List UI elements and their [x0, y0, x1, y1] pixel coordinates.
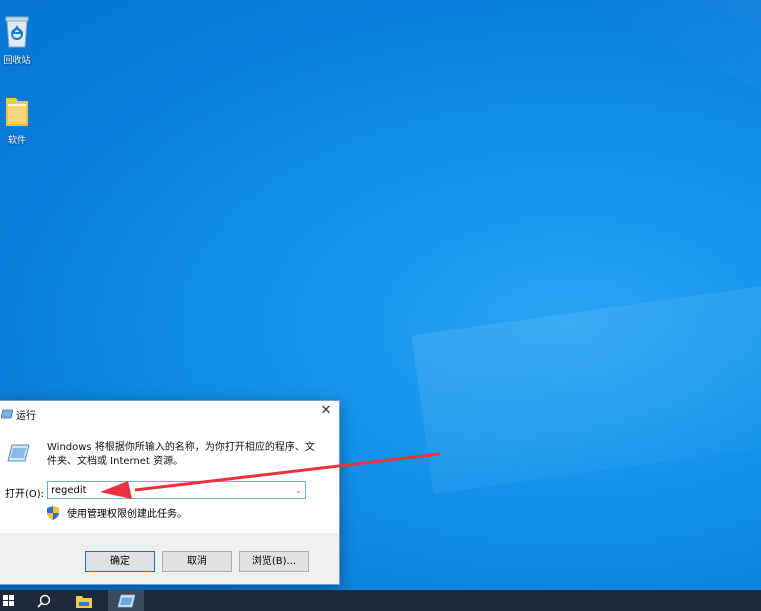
search-icon: [37, 594, 51, 608]
cancel-button[interactable]: 取消: [162, 551, 232, 572]
browse-button[interactable]: 浏览(B)...: [239, 551, 309, 572]
run-icon: [117, 594, 135, 607]
dialog-title: 运行: [16, 410, 36, 422]
folder-icon: [6, 98, 28, 126]
light-beam: [411, 265, 761, 495]
taskbar: [0, 590, 761, 611]
run-icon: [1, 409, 13, 419]
dialog-description: Windows 将根据你所输入的名称，为你打开相应的程序、文件夹、文档或 Int…: [47, 442, 315, 467]
file-explorer-button[interactable]: [72, 590, 96, 611]
start-icon: [3, 594, 14, 606]
run-program-icon: [7, 444, 29, 462]
close-button[interactable]: ✕: [319, 404, 333, 418]
start-button[interactable]: [0, 590, 18, 611]
admin-note: 使用管理权限创建此任务。: [67, 509, 187, 520]
dialog-titlebar: 运行: [1, 406, 36, 422]
run-taskbar-button[interactable]: [108, 590, 144, 611]
chevron-down-icon[interactable]: ⌄: [295, 486, 302, 495]
desktop-icon-recycle-bin[interactable]: 回收站: [0, 14, 34, 66]
run-dialog: 运行 ✕ Windows 将根据你所输入的名称，为你打开相应的程序、文件夹、文档…: [0, 400, 340, 585]
uac-shield-icon: [47, 505, 59, 520]
admin-note-row: 使用管理权限创建此任务。: [47, 505, 187, 520]
desktop-icon-software-folder[interactable]: 软件: [0, 94, 34, 146]
light-beam: [588, 0, 761, 138]
desktop-icon-label: 回收站: [3, 56, 31, 66]
desktop-icon-label: 软件: [7, 136, 26, 146]
open-label: 打开(O):: [5, 489, 45, 500]
search-button[interactable]: [32, 590, 56, 611]
open-input[interactable]: [47, 481, 306, 499]
recycle-bin-icon: [5, 16, 29, 48]
file-explorer-icon: [76, 595, 92, 608]
ok-button[interactable]: 确定: [85, 551, 155, 572]
